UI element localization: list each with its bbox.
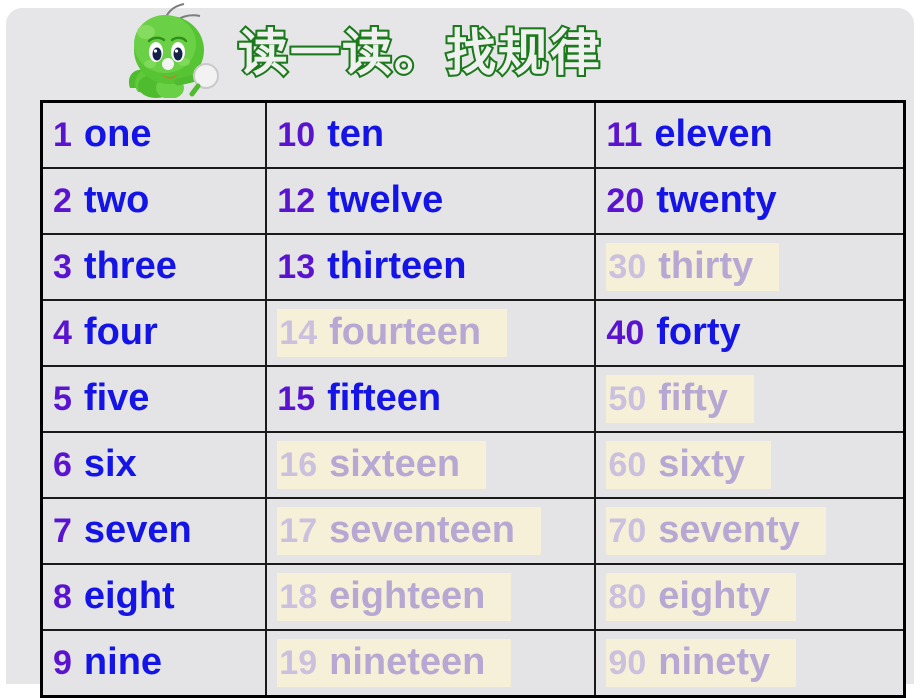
- cell-number: 60: [608, 446, 647, 485]
- table-row: 3 three 13 thirteen 30 thirty: [40, 233, 906, 301]
- cell-r8-c2: 19 nineteen: [265, 629, 597, 698]
- cell-number: 11: [606, 116, 643, 155]
- cell-r3-c1: 4 four: [40, 299, 268, 367]
- cell-word: sixteen: [329, 443, 461, 486]
- cell-r8-c3: 90 ninety: [594, 629, 906, 698]
- cell-r8-c1: 9 nine: [40, 629, 268, 698]
- table-row: 8 eight 18 eighteen 80 eighty: [40, 563, 906, 631]
- cell-number: 18: [279, 578, 318, 617]
- cell-word: thirty: [658, 245, 754, 288]
- cell-number: 70: [608, 512, 647, 551]
- cell-r4-c1: 5 five: [40, 365, 268, 433]
- cell-r3-c3: 40 forty: [594, 299, 906, 367]
- cell-word: one: [83, 113, 152, 156]
- cell-word: eighty: [658, 575, 771, 618]
- cell-number: 50: [608, 380, 647, 419]
- cell-word: eleven: [654, 113, 773, 156]
- cell-r0-c2: 10 ten: [265, 100, 597, 169]
- cell-word: eighteen: [329, 575, 486, 618]
- cell-r6-c3: 70 seventy: [594, 497, 906, 565]
- cell-word: nineteen: [329, 641, 486, 684]
- cell-r6-c1: 7 seven: [40, 497, 268, 565]
- cell-r2-c1: 3 three: [40, 233, 268, 301]
- cell-number: 9: [53, 644, 72, 683]
- table-row: 6 six 16 sixteen 60 sixty: [40, 431, 906, 499]
- cell-word: seven: [83, 509, 192, 552]
- table-row: 1 one 10 ten 11 eleven: [40, 100, 906, 169]
- cell-word: twenty: [656, 179, 777, 222]
- cell-number: 17: [279, 512, 318, 551]
- cell-r5-c2: 16 sixteen: [265, 431, 597, 499]
- cell-r1-c3: 20 twenty: [594, 167, 906, 235]
- cell-number: 13: [277, 248, 316, 287]
- cell-r1-c1: 2 two: [40, 167, 268, 235]
- cell-number: 1: [53, 116, 72, 155]
- cell-word: fifteen: [327, 377, 442, 420]
- cell-word: five: [83, 377, 150, 420]
- numbers-table: 1 one 10 ten 11 eleven 2 two 12 twelve 20 twen…: [40, 100, 906, 698]
- cell-word: forty: [656, 311, 741, 354]
- cell-word: twelve: [327, 179, 444, 222]
- numbers-table-body: 1 one 10 ten 11 eleven 2 two 12 twelve 20 twen…: [40, 100, 906, 698]
- cell-word: fourteen: [329, 311, 482, 354]
- cell-r7-c2: 18 eighteen: [265, 563, 597, 631]
- table-row: 7 seven 17 seventeen 70 seventy: [40, 497, 906, 565]
- cell-number: 14: [279, 314, 318, 353]
- cell-word: eight: [83, 575, 175, 618]
- cell-number: 5: [53, 380, 72, 419]
- cell-number: 12: [277, 182, 316, 221]
- cell-r3-c2: 14 fourteen: [265, 299, 597, 367]
- cell-word: nine: [83, 641, 163, 684]
- cell-number: 10: [277, 116, 316, 155]
- cell-number: 80: [608, 578, 647, 617]
- table-row: 2 two 12 twelve 20 twenty: [40, 167, 906, 235]
- cell-word: four: [83, 311, 158, 354]
- slide-header: 读一读。找规律: [0, 0, 920, 100]
- cell-word: three: [83, 245, 177, 288]
- cell-r2-c2: 13 thirteen: [265, 233, 597, 301]
- cell-number: 7: [53, 512, 72, 551]
- cell-r0-c1: 1 one: [40, 100, 268, 169]
- cell-word: two: [83, 179, 150, 222]
- table-row: 9 nine 19 nineteen 90 ninety: [40, 629, 906, 698]
- cell-word: seventy: [658, 509, 800, 552]
- cell-r1-c2: 12 twelve: [265, 167, 597, 235]
- cell-number: 20: [606, 182, 645, 221]
- cell-word: sixty: [658, 443, 745, 486]
- cell-number: 4: [53, 314, 72, 353]
- slide-root: 读一读。找规律 1 one 10 ten 11 eleven 2 two 12 twelv…: [0, 0, 920, 698]
- cell-number: 8: [53, 578, 72, 617]
- cell-number: 16: [279, 446, 318, 485]
- cell-word: ten: [327, 113, 385, 156]
- cell-number: 6: [53, 446, 72, 485]
- table-row: 4 four 14 fourteen 40 forty: [40, 299, 906, 367]
- cell-r4-c3: 50 fifty: [594, 365, 906, 433]
- table-row: 5 five 15 fifteen 50 fifty: [40, 365, 906, 433]
- cell-r5-c1: 6 six: [40, 431, 268, 499]
- cell-number: 30: [608, 248, 647, 287]
- cell-word: ninety: [658, 641, 771, 684]
- cell-r0-c3: 11 eleven: [594, 100, 906, 169]
- cell-number: 2: [53, 182, 72, 221]
- cell-number: 19: [279, 644, 318, 683]
- cell-word: six: [83, 443, 137, 486]
- cell-word: fifty: [658, 377, 728, 420]
- cell-number: 40: [606, 314, 645, 353]
- cell-r2-c3: 30 thirty: [594, 233, 906, 301]
- cell-number: 3: [53, 248, 72, 287]
- cell-word: thirteen: [327, 245, 467, 288]
- cell-r6-c2: 17 seventeen: [265, 497, 597, 565]
- page-title: 读一读。找规律: [236, 22, 602, 84]
- cell-number: 15: [277, 380, 316, 419]
- cell-number: 90: [608, 644, 647, 683]
- cell-r4-c2: 15 fifteen: [265, 365, 597, 433]
- green-caterpillar-mascot-icon: [128, 3, 219, 98]
- cell-r5-c3: 60 sixty: [594, 431, 906, 499]
- cell-r7-c1: 8 eight: [40, 563, 268, 631]
- cell-word: seventeen: [329, 509, 515, 552]
- cell-r7-c3: 80 eighty: [594, 563, 906, 631]
